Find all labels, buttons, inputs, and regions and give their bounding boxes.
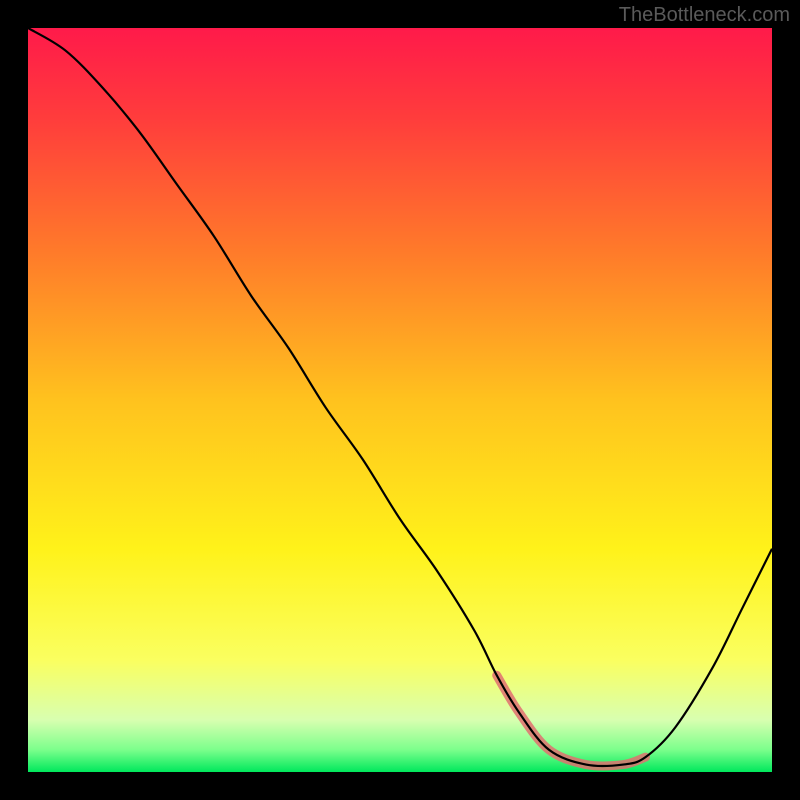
bottleneck-curve-line xyxy=(28,28,772,766)
optimal-zone-highlight xyxy=(497,675,646,766)
bottleneck-curve-svg xyxy=(28,28,772,772)
attribution-text: TheBottleneck.com xyxy=(619,4,790,27)
plot-area xyxy=(28,28,772,772)
